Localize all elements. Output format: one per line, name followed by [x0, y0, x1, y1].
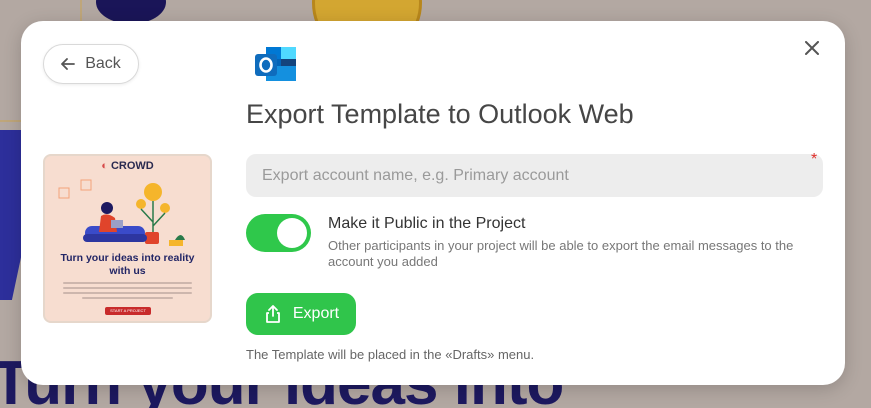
preview-cta: START A PROJECT [105, 307, 151, 315]
preview-body-text [63, 282, 192, 302]
template-preview: ◐ CROWD Turn your ideas into reality wit… [43, 154, 212, 323]
export-modal: Back ◐ CROWD Turn your ideas into realit… [21, 21, 845, 385]
outlook-icon [255, 47, 296, 81]
close-button[interactable] [801, 37, 823, 59]
toggle-knob [277, 218, 307, 248]
export-button-label: Export [292, 305, 340, 322]
back-button[interactable]: Back [43, 44, 139, 84]
share-upload-icon [265, 305, 280, 323]
export-button[interactable]: Export [246, 293, 356, 335]
public-toggle-description: Other participants in your project will … [328, 238, 794, 269]
preview-brand-label: CROWD [110, 160, 154, 172]
back-button-label: Back [85, 55, 121, 72]
preview-heading: Turn your ideas into reality with us [60, 252, 195, 277]
public-toggle[interactable] [246, 214, 311, 252]
drafts-note: The Template will be placed in the «Draf… [246, 347, 535, 362]
preview-brand: ◐ CROWD [101, 160, 154, 172]
account-name-input[interactable] [246, 154, 823, 197]
preview-illustration [58, 179, 185, 246]
modal-title: Export Template to Outlook Web [246, 99, 634, 129]
arrow-left-icon [61, 58, 76, 70]
public-toggle-label: Make it Public in the Project [328, 215, 526, 232]
close-icon [805, 41, 819, 55]
required-indicator: * [811, 151, 818, 168]
